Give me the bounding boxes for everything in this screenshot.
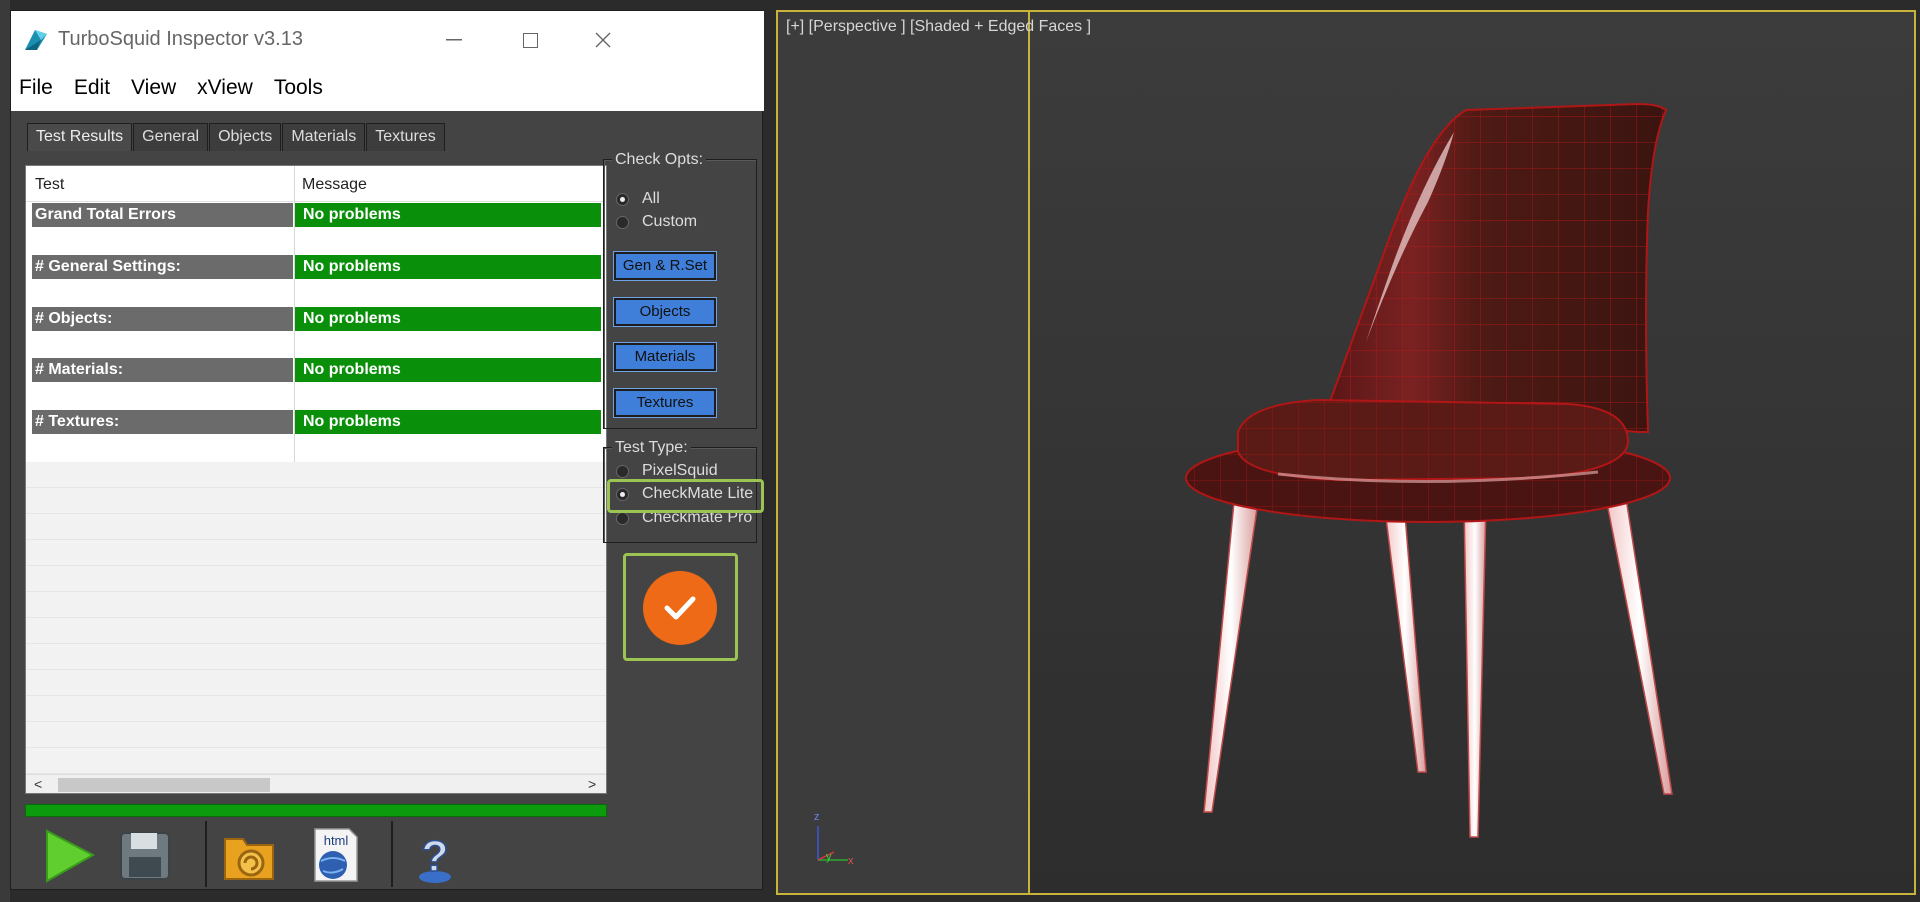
chair-leg [1605,497,1673,795]
radio-unselected-icon [616,511,629,525]
minimize-icon [446,39,462,41]
close-icon [595,32,611,48]
html-label: html [324,833,349,848]
radio-all[interactable]: All [616,190,660,208]
radio-label: PixelSquid [642,462,718,479]
cell-message: No problems [295,358,601,382]
help-label: ? [422,832,449,881]
scroll-left-button[interactable]: < [34,776,42,792]
radio-label: Custom [642,213,698,230]
inspector-window: TurboSquid Inspector v3.13 File Edit Vie… [10,10,764,891]
menu-xview[interactable]: xView [197,76,253,100]
menu-view[interactable]: View [131,76,176,100]
tab-bar: Test Results General Objects Materials T… [27,123,446,151]
table-row[interactable]: # Objects: No problems [32,307,602,331]
chair-leg [1203,501,1259,813]
chair-leg [1463,503,1487,838]
menu-bar: File Edit View xView Tools [11,65,764,111]
cell-message: No problems [295,255,601,279]
horizontal-scrollbar[interactable]: < > [26,774,606,793]
save-icon[interactable] [117,825,173,885]
perspective-viewport[interactable]: [+] [Perspective ] [Shaded + Edged Faces… [776,10,1916,895]
cell-test: # General Settings: [32,255,293,279]
radio-unselected-icon [616,464,629,478]
check-opts-legend: Check Opts: [612,151,707,169]
cell-test: # Textures: [32,410,293,434]
gen-rset-button[interactable]: Gen & R.Set [613,251,717,281]
app-logo-icon [25,30,47,50]
grid-header: Test Message [26,166,606,202]
chair-leg [1383,501,1427,773]
column-header-message[interactable]: Message [302,176,367,194]
html-report-icon[interactable]: html [307,825,363,885]
window-title: TurboSquid Inspector v3.13 [58,28,303,50]
cell-test: # Objects: [32,307,293,331]
radio-pixelsquid[interactable]: PixelSquid [616,462,718,480]
table-row[interactable]: Grand Total Errors No problems [32,203,602,227]
close-button[interactable] [588,25,618,55]
results-grid[interactable]: Test Message Grand Total Errors No probl… [25,165,607,794]
cell-message: No problems [295,203,601,227]
textures-button[interactable]: Textures [613,388,717,418]
chair-model[interactable] [778,12,1914,893]
run-check-button[interactable] [623,553,738,661]
table-row[interactable]: # Textures: No problems [32,410,602,434]
axis-x-label: x [848,855,854,867]
test-type-legend: Test Type: [612,439,691,457]
materials-button[interactable]: Materials [613,342,717,372]
tab-general[interactable]: General [133,123,209,151]
empty-rows [26,462,606,774]
radio-selected-icon [616,192,629,206]
toolbar-separator [391,821,393,887]
maximize-icon [522,32,538,48]
maximize-button[interactable] [515,25,545,55]
tab-objects[interactable]: Objects [209,123,282,151]
progress-bar [25,804,607,817]
radio-custom[interactable]: Custom [616,213,697,231]
menu-file[interactable]: File [19,76,53,100]
checkmark-icon [664,596,696,620]
wireframe-overlay [1238,400,1628,480]
radio-label: All [642,190,660,207]
scroll-thumb[interactable] [58,778,270,792]
table-row[interactable]: # Materials: No problems [32,358,602,382]
axis-y-label: y [826,851,832,863]
column-header-test[interactable]: Test [35,176,64,194]
wireframe-overlay [1328,104,1666,432]
menu-tools[interactable]: Tools [274,76,323,100]
play-icon[interactable] [41,825,97,885]
table-row[interactable]: # General Settings: No problems [32,255,602,279]
title-bar: TurboSquid Inspector v3.13 [11,11,764,65]
check-opts-group: Check Opts: All Custom Gen & R.Set Objec… [603,151,757,429]
help-icon[interactable]: ? [407,825,463,885]
bottom-toolbar: html ? [25,819,607,891]
toolbar-separator [205,821,207,887]
tab-textures[interactable]: Textures [366,123,445,151]
open-folder-icon[interactable] [221,825,277,885]
tab-materials[interactable]: Materials [282,123,366,151]
selection-highlight [607,479,764,513]
tab-test-results[interactable]: Test Results [27,123,133,151]
menu-edit[interactable]: Edit [74,76,110,100]
objects-button[interactable]: Objects [613,297,717,327]
cell-message: No problems [295,307,601,331]
cell-test: Grand Total Errors [32,203,293,227]
run-circle [643,571,717,645]
axis-z-label: z [814,811,820,823]
radio-unselected-icon [616,215,629,229]
background-strip [0,0,10,902]
cell-test: # Materials: [32,358,293,382]
cell-message: No problems [295,410,601,434]
minimize-button[interactable] [439,25,469,55]
scroll-right-button[interactable]: > [588,776,596,792]
axis-gizmo-icon: z y x [814,811,854,867]
